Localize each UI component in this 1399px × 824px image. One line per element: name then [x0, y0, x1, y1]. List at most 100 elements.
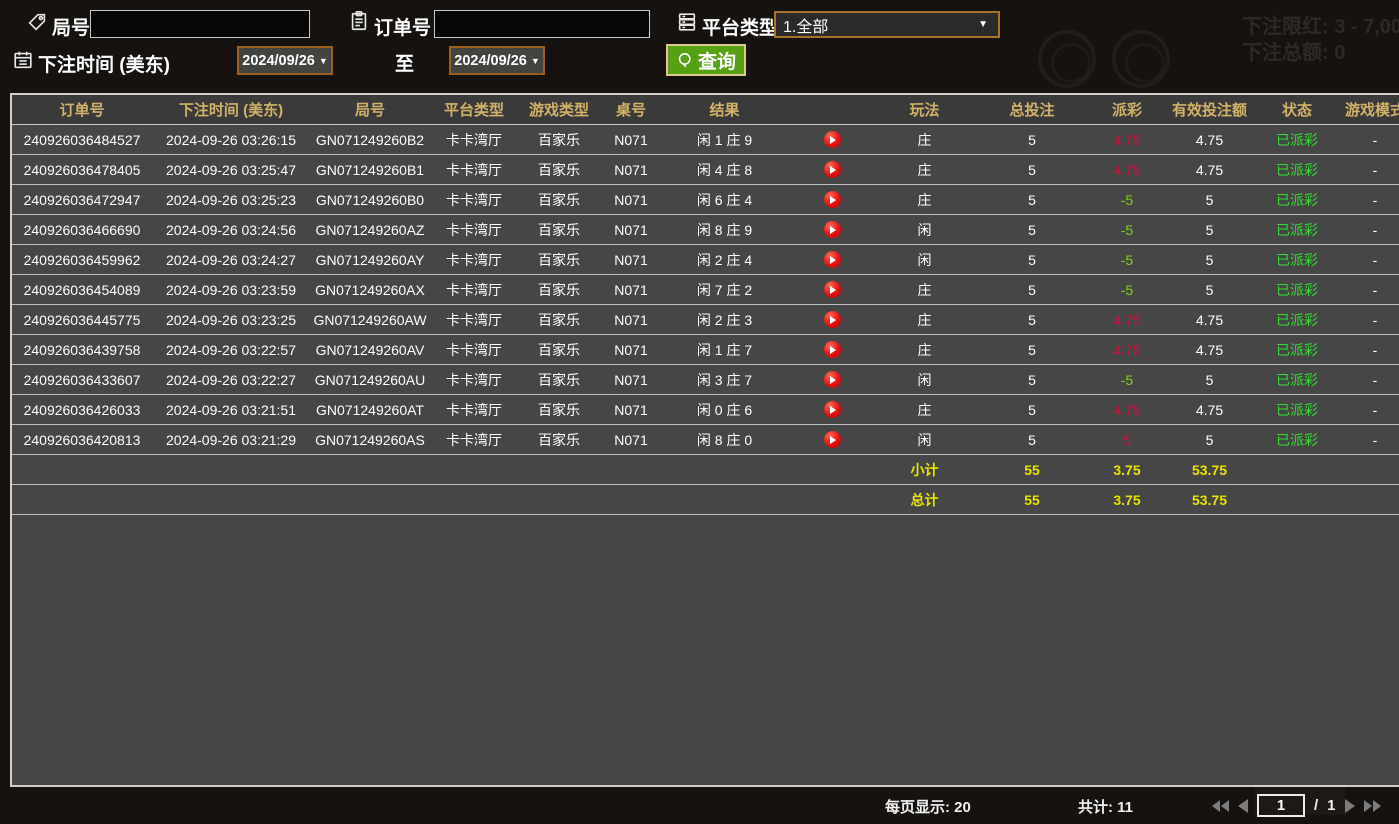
- page-separator: /: [1314, 797, 1318, 814]
- footer-bar: 每页显示: 20 共计: 11 1 / 1: [0, 787, 1399, 824]
- search-icon: [676, 51, 695, 70]
- cell-platform: 卡卡湾厅: [430, 125, 518, 154]
- total-row-cell: [1257, 485, 1337, 514]
- cell-bet-time: 2024-09-26 03:22:27: [152, 365, 310, 394]
- replay-play-icon[interactable]: [824, 401, 841, 418]
- replay-play-icon[interactable]: [824, 311, 841, 328]
- replay-play-icon[interactable]: [824, 431, 841, 448]
- total-row-cell: [152, 485, 310, 514]
- cell-order-id: 240926036459962: [12, 245, 152, 274]
- replay-play-icon[interactable]: [824, 161, 841, 178]
- cell-valid-bet: 4.75: [1162, 125, 1257, 154]
- betting-records-screen: 下注限红: 3 - 7,00 下注总额: 0 局号 订单号 平台类型 1.全部 …: [0, 0, 1399, 824]
- cell-table-no: N071: [600, 305, 662, 334]
- round-number-input[interactable]: [90, 10, 310, 38]
- bet-time-label: 下注时间 (美东): [38, 50, 170, 77]
- cell-result: 闲 8 庄 0: [662, 425, 787, 454]
- cell-game-mode: -: [1337, 395, 1399, 424]
- replay-play-icon[interactable]: [824, 221, 841, 238]
- calendar-icon: [12, 49, 34, 71]
- clipboard-icon: [348, 10, 370, 32]
- cell-platform: 卡卡湾厅: [430, 425, 518, 454]
- subtotal-row-cell: [662, 455, 787, 484]
- cell-bet-time: 2024-09-26 03:25:47: [152, 155, 310, 184]
- subtotal-row-cell: [1337, 455, 1399, 484]
- cell-bet-time: 2024-09-26 03:24:56: [152, 215, 310, 244]
- cell-game-type: 百家乐: [518, 185, 600, 214]
- cell-total-bet: 5: [972, 305, 1092, 334]
- total-row-cell: 3.75: [1092, 485, 1162, 514]
- page-input[interactable]: 1: [1257, 794, 1305, 817]
- cell-bet-time: 2024-09-26 03:21:29: [152, 425, 310, 454]
- cell-valid-bet: 4.75: [1162, 395, 1257, 424]
- cell-status: 已派彩: [1257, 125, 1337, 154]
- replay-play-icon[interactable]: [824, 191, 841, 208]
- total-row-cell: 总计: [877, 485, 972, 514]
- cell-payout: -5: [1092, 245, 1162, 274]
- cell-round-id: GN071249260AT: [310, 395, 430, 424]
- total-row-cell: [1337, 485, 1399, 514]
- replay-play-icon[interactable]: [824, 131, 841, 148]
- chevron-down-icon: ▼: [978, 19, 998, 30]
- cell-replay: [787, 215, 877, 244]
- cell-total-bet: 5: [972, 245, 1092, 274]
- order-number-label: 订单号: [374, 13, 431, 40]
- cell-result: 闲 2 庄 4: [662, 245, 787, 274]
- cell-game-mode: -: [1337, 155, 1399, 184]
- table-header-row: 订单号下注时间 (美东)局号平台类型游戏类型桌号结果玩法总投注派彩有效投注额状态…: [12, 95, 1399, 125]
- cell-payout: -5: [1092, 185, 1162, 214]
- prev-page-button[interactable]: [1238, 799, 1248, 813]
- subtotal-row-cell: [152, 455, 310, 484]
- cell-play: 庄: [877, 305, 972, 334]
- table-row: 2409260364397582024-09-26 03:22:57GN0712…: [12, 335, 1399, 365]
- subtotal-row: 小计553.7553.75: [12, 455, 1399, 485]
- column-header: 玩法: [877, 95, 972, 124]
- cell-round-id: GN071249260AU: [310, 365, 430, 394]
- cell-payout: 4.75: [1092, 155, 1162, 184]
- cell-total-bet: 5: [972, 425, 1092, 454]
- cell-game-type: 百家乐: [518, 245, 600, 274]
- replay-play-icon[interactable]: [824, 371, 841, 388]
- subtotal-row-cell: [12, 455, 152, 484]
- cell-replay: [787, 365, 877, 394]
- column-header: 结果: [662, 95, 787, 124]
- search-button[interactable]: 查询: [666, 44, 746, 76]
- cell-replay: [787, 335, 877, 364]
- replay-play-icon[interactable]: [824, 341, 841, 358]
- date-from-picker[interactable]: 2024/09/26 ▼: [237, 46, 333, 75]
- cell-valid-bet: 5: [1162, 275, 1257, 304]
- total-row-cell: [787, 485, 877, 514]
- cell-platform: 卡卡湾厅: [430, 215, 518, 244]
- table-row: 2409260364729472024-09-26 03:25:23GN0712…: [12, 185, 1399, 215]
- subtotal-row-cell: [518, 455, 600, 484]
- platform-type-dropdown[interactable]: 1.全部 ▼: [774, 11, 1000, 38]
- date-to-picker[interactable]: 2024/09/26 ▼: [449, 46, 545, 75]
- replay-play-icon[interactable]: [824, 281, 841, 298]
- cell-table-no: N071: [600, 185, 662, 214]
- cell-platform: 卡卡湾厅: [430, 185, 518, 214]
- cell-result: 闲 6 庄 4: [662, 185, 787, 214]
- first-page-button[interactable]: [1212, 800, 1229, 812]
- cell-replay: [787, 245, 877, 274]
- cell-platform: 卡卡湾厅: [430, 395, 518, 424]
- cell-status: 已派彩: [1257, 155, 1337, 184]
- cell-game-mode: -: [1337, 425, 1399, 454]
- cell-play: 闲: [877, 215, 972, 244]
- cell-order-id: 240926036466690: [12, 215, 152, 244]
- cell-play: 庄: [877, 335, 972, 364]
- table-row: 2409260364208132024-09-26 03:21:29GN0712…: [12, 425, 1399, 455]
- replay-play-icon[interactable]: [824, 251, 841, 268]
- cell-bet-time: 2024-09-26 03:26:15: [152, 125, 310, 154]
- cell-order-id: 240926036426033: [12, 395, 152, 424]
- cell-payout: 4.75: [1092, 305, 1162, 334]
- table-row: 2409260364336072024-09-26 03:22:27GN0712…: [12, 365, 1399, 395]
- cell-result: 闲 1 庄 7: [662, 335, 787, 364]
- cell-valid-bet: 5: [1162, 245, 1257, 274]
- order-number-input[interactable]: [434, 10, 650, 38]
- next-page-button[interactable]: [1345, 799, 1355, 813]
- cell-platform: 卡卡湾厅: [430, 365, 518, 394]
- to-label: 至: [395, 49, 414, 76]
- cell-bet-time: 2024-09-26 03:22:57: [152, 335, 310, 364]
- cell-platform: 卡卡湾厅: [430, 155, 518, 184]
- last-page-button[interactable]: [1364, 800, 1381, 812]
